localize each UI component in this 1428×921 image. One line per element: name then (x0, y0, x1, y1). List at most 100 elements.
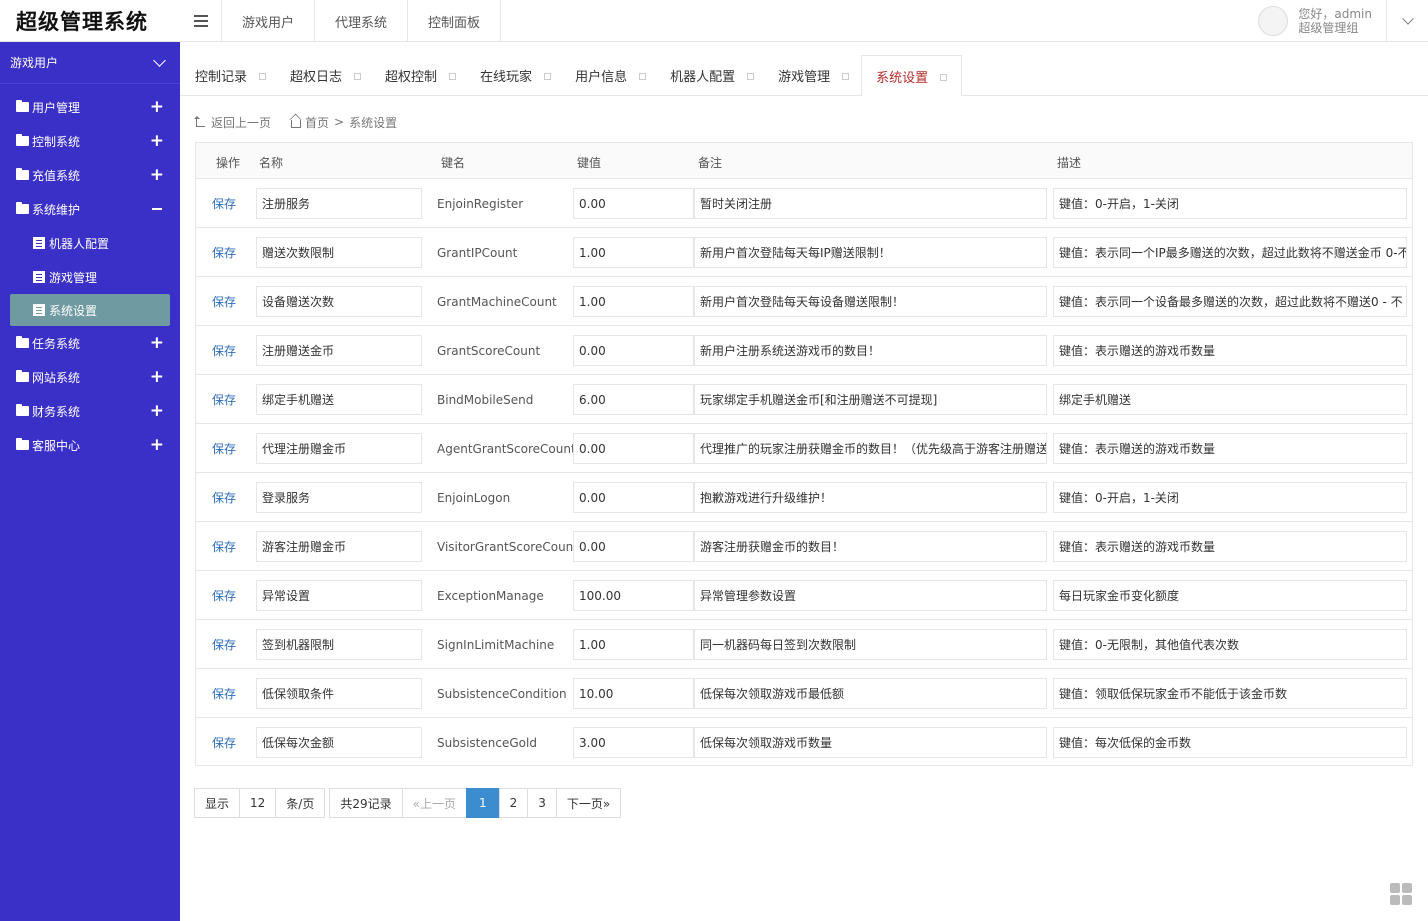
save-link[interactable]: 保存 (212, 433, 236, 464)
tab-0[interactable]: 控制记录 (183, 55, 278, 96)
sidebar-item-7[interactable]: 客服中心 + (0, 428, 180, 462)
close-icon[interactable] (940, 73, 948, 81)
value-input[interactable]: 0.00 (573, 188, 694, 219)
page-button-3[interactable]: 3 (527, 788, 557, 818)
desc-input[interactable]: 键值：领取低保玩家金币不能低于该金币数 (1053, 678, 1407, 709)
name-input[interactable]: 赠送次数限制 (256, 237, 422, 268)
value-input[interactable]: 0.00 (573, 531, 694, 562)
desc-input[interactable]: 键值：0-无限制，其他值代表次数 (1053, 629, 1407, 660)
save-link[interactable]: 保存 (212, 188, 236, 219)
value-input[interactable]: 0.00 (573, 335, 694, 366)
note-input[interactable]: 低保每次领取游戏币最低额 (694, 678, 1047, 709)
desc-input[interactable]: 键值：0-开启，1-关闭 (1053, 482, 1407, 513)
tab-1[interactable]: 超权日志 (278, 55, 373, 96)
desc-input[interactable]: 键值：表示同一个设备最多赠送的次数，超过此数将不赠送0 - 不 (1053, 286, 1407, 317)
prev-page-button[interactable]: «上一页 (401, 788, 467, 818)
note-input[interactable]: 暂时关闭注册 (694, 188, 1047, 219)
note-input[interactable]: 低保每次领取游戏币数量 (694, 727, 1047, 758)
save-link[interactable]: 保存 (212, 727, 236, 758)
desc-input[interactable]: 绑定手机赠送 (1053, 384, 1407, 415)
name-input[interactable]: 设备赠送次数 (256, 286, 422, 317)
page-button-2[interactable]: 2 (498, 788, 529, 818)
name-input[interactable]: 注册服务 (256, 188, 422, 219)
tab-5[interactable]: 机器人配置 (658, 55, 766, 96)
note-input[interactable]: 游客注册获赠金币的数目！ (694, 531, 1047, 562)
note-input[interactable]: 代理推广的玩家注册获赠金币的数目！（优先级高于游客注册赠送） (694, 433, 1047, 464)
close-icon[interactable] (747, 73, 755, 80)
desc-input[interactable]: 键值：表示同一个IP最多赠送的次数，超过此数将不赠送金币 0-不 (1053, 237, 1407, 268)
desc-input[interactable]: 键值：每次低保的金币数 (1053, 727, 1407, 758)
desc-input[interactable]: 键值：表示赠送的游戏币数量 (1053, 335, 1407, 366)
note-input[interactable]: 异常管理参数设置 (694, 580, 1047, 611)
desc-input[interactable]: 键值：0-开启，1-关闭 (1053, 188, 1407, 219)
save-link[interactable]: 保存 (212, 678, 236, 709)
save-link[interactable]: 保存 (212, 286, 236, 317)
sidebar-item-0[interactable]: 用户管理 + (0, 90, 180, 124)
save-link[interactable]: 保存 (212, 384, 236, 415)
name-input[interactable]: 登录服务 (256, 482, 422, 513)
close-icon[interactable] (639, 73, 647, 80)
save-link[interactable]: 保存 (212, 237, 236, 268)
sidebar-item-3[interactable]: 系统维护 (0, 192, 180, 226)
name-input[interactable]: 异常设置 (256, 580, 422, 611)
tab-2[interactable]: 超权控制 (373, 55, 468, 96)
close-icon[interactable] (842, 73, 850, 80)
topnav-item-game-users[interactable]: 游戏用户 (222, 0, 316, 42)
sidebar-item-4[interactable]: 任务系统 + (0, 326, 180, 360)
sidebar-item-2[interactable]: 充值系统 + (0, 158, 180, 192)
sidebar-subitem-1[interactable]: 游戏管理 (0, 260, 180, 294)
sidebar-item-5[interactable]: 网站系统 + (0, 360, 180, 394)
value-input[interactable]: 10.00 (573, 678, 694, 709)
close-icon[interactable] (259, 73, 267, 80)
tab-4[interactable]: 用户信息 (563, 55, 658, 96)
name-input[interactable]: 低保领取条件 (256, 678, 422, 709)
save-link[interactable]: 保存 (212, 482, 236, 513)
back-link[interactable]: 返回上一页 (211, 114, 271, 131)
note-input[interactable]: 新用户首次登陆每天每IP赠送限制！ (694, 237, 1047, 268)
note-input[interactable]: 抱歉游戏进行升级维护！ (694, 482, 1047, 513)
menu-toggle-icon[interactable] (180, 0, 222, 42)
name-input[interactable]: 绑定手机赠送 (256, 384, 422, 415)
close-icon[interactable] (449, 73, 457, 80)
value-input[interactable]: 0.00 (573, 433, 694, 464)
name-input[interactable]: 签到机器限制 (256, 629, 422, 660)
note-input[interactable]: 同一机器码每日签到次数限制 (694, 629, 1047, 660)
value-input[interactable]: 100.00 (573, 580, 694, 611)
save-link[interactable]: 保存 (212, 580, 236, 611)
per-page-input[interactable]: 12 (239, 788, 277, 818)
topnav-item-agent-system[interactable]: 代理系统 (315, 0, 409, 42)
note-input[interactable]: 玩家绑定手机赠送金币[和注册赠送不可提现] (694, 384, 1047, 415)
page-button-1[interactable]: 1 (465, 788, 500, 818)
value-input[interactable]: 1.00 (573, 286, 694, 317)
topnav-item-control-panel[interactable]: 控制面板 (408, 0, 502, 42)
value-input[interactable]: 0.00 (573, 482, 694, 513)
note-input[interactable]: 新用户首次登陆每天每设备赠送限制！ (694, 286, 1047, 317)
save-link[interactable]: 保存 (212, 335, 236, 366)
next-page-button[interactable]: 下一页» (555, 788, 622, 818)
save-link[interactable]: 保存 (212, 629, 236, 660)
save-link[interactable]: 保存 (212, 531, 236, 562)
name-input[interactable]: 低保每次金额 (256, 727, 422, 758)
user-dropdown-chevron-icon[interactable] (1386, 0, 1428, 42)
tab-6[interactable]: 游戏管理 (766, 55, 861, 96)
sidebar-item-1[interactable]: 控制系统 + (0, 124, 180, 158)
name-input[interactable]: 游客注册赠金币 (256, 531, 422, 562)
sidebar-subitem-2[interactable]: 系统设置 (10, 294, 170, 326)
avatar[interactable] (1258, 6, 1289, 36)
desc-input[interactable]: 每日玩家金币变化额度 (1053, 580, 1407, 611)
value-input[interactable]: 6.00 (573, 384, 694, 415)
tab-7[interactable]: 系统设置 (861, 55, 963, 97)
sidebar-group-header[interactable]: 游戏用户 (0, 42, 180, 84)
desc-input[interactable]: 键值：表示赠送的游戏币数量 (1053, 531, 1407, 562)
user-panel[interactable]: 您好，admin 超级管理组 (1258, 0, 1428, 42)
sidebar-item-6[interactable]: 财务系统 + (0, 394, 180, 428)
tab-3[interactable]: 在线玩家 (468, 55, 563, 96)
value-input[interactable]: 3.00 (573, 727, 694, 758)
note-input[interactable]: 新用户注册系统送游戏币的数目！ (694, 335, 1047, 366)
close-icon[interactable] (544, 73, 552, 80)
home-link[interactable]: 首页 (305, 114, 329, 131)
sidebar-subitem-0[interactable]: 机器人配置 (0, 226, 180, 260)
value-input[interactable]: 1.00 (573, 629, 694, 660)
value-input[interactable]: 1.00 (573, 237, 694, 268)
close-icon[interactable] (354, 73, 362, 80)
